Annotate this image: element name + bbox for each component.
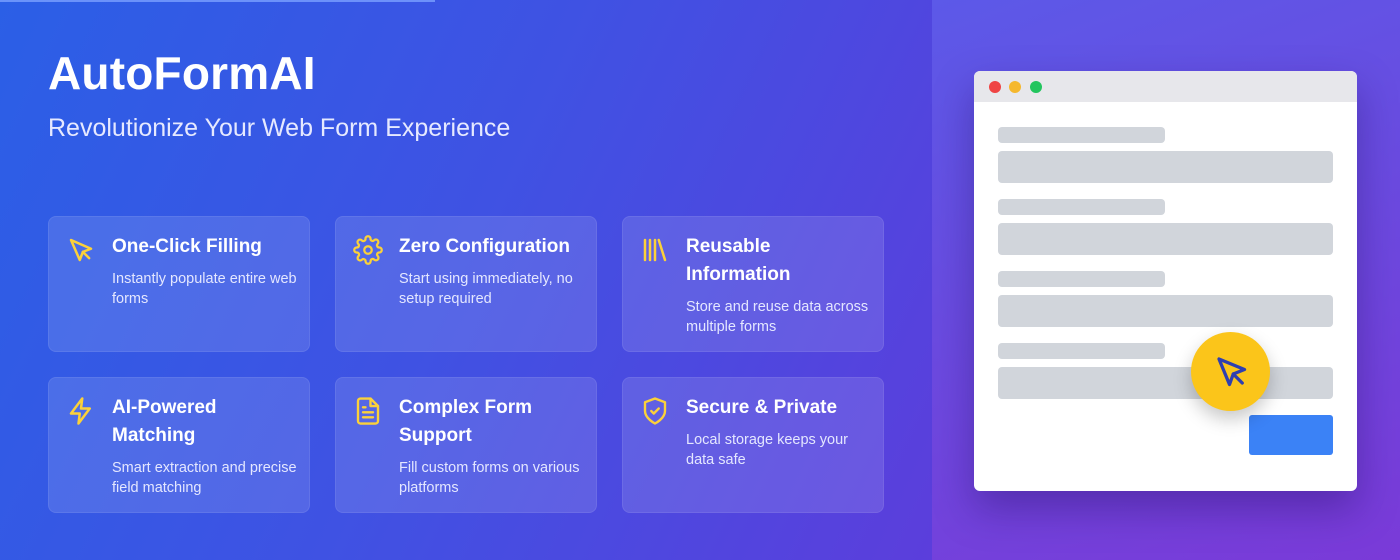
placeholder-field: [998, 223, 1333, 255]
placeholder-label: [998, 199, 1165, 215]
feature-description: Instantly populate entire web forms: [112, 271, 297, 307]
placeholder-label: [998, 127, 1165, 143]
feature-title: Complex Form Support: [399, 397, 533, 446]
feature-description: Local storage keeps your data safe: [686, 432, 849, 468]
lightning-icon: [66, 396, 96, 426]
close-dot: [989, 81, 1001, 93]
shield-check-icon: [640, 396, 670, 426]
cursor-click-icon: [66, 235, 96, 265]
placeholder-field: [998, 151, 1333, 183]
feature-description: Start using immediately, no setup requir…: [399, 271, 573, 307]
feature-card-complex-form-support: Complex Form Support Fill custom forms o…: [335, 377, 597, 513]
library-icon: [640, 235, 670, 265]
hero-panel: AutoFormAI Revolutionize Your Web Form E…: [0, 0, 932, 560]
feature-card-one-click-filling: One-Click Filling Instantly populate ent…: [48, 216, 310, 352]
placeholder-label: [998, 271, 1165, 287]
feature-description: Fill custom forms on various platforms: [399, 460, 580, 496]
feature-title: One-Click Filling: [112, 236, 262, 257]
minimize-dot: [1009, 81, 1021, 93]
browser-mockup: [974, 71, 1357, 491]
maximize-dot: [1030, 81, 1042, 93]
feature-card-secure-private: Secure & Private Local storage keeps you…: [622, 377, 884, 513]
feature-title: Reusable Information: [686, 236, 791, 285]
feature-title: Zero Configuration: [399, 236, 570, 257]
feature-description: Store and reuse data across multiple for…: [686, 299, 869, 335]
app-title: AutoFormAI: [48, 47, 316, 99]
app-subtitle: Revolutionize Your Web Form Experience: [48, 114, 511, 142]
feature-card-zero-configuration: Zero Configuration Start using immediate…: [335, 216, 597, 352]
mouse-pointer-icon: [1217, 357, 1247, 387]
placeholder-field: [998, 295, 1333, 327]
feature-card-ai-powered-matching: AI-Powered Matching Smart extraction and…: [48, 377, 310, 513]
feature-card-reusable-information: Reusable Information Store and reuse dat…: [622, 216, 884, 352]
feature-title: AI-Powered Matching: [112, 397, 217, 446]
feature-title: Secure & Private: [686, 397, 838, 418]
placeholder-submit-button: [1249, 415, 1333, 455]
gear-icon: [353, 235, 383, 265]
feature-description: Smart extraction and precise field match…: [112, 460, 297, 496]
placeholder-label: [998, 343, 1165, 359]
document-icon: [353, 396, 383, 426]
feature-grid: One-Click Filling Instantly populate ent…: [48, 216, 884, 513]
cursor-badge: [1191, 332, 1270, 411]
browser-title-bar: [974, 71, 1357, 102]
placeholder-field: [998, 367, 1333, 399]
